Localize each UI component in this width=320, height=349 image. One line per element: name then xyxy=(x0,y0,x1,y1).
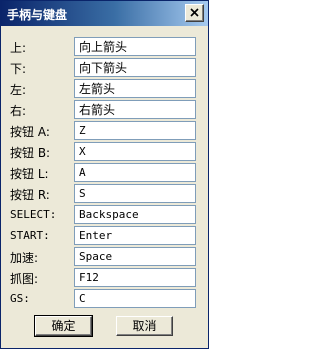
field-row-left: 左: xyxy=(1,79,208,100)
field-row-start: START: xyxy=(1,226,208,247)
button-l-key-input[interactable] xyxy=(74,163,196,182)
left-key-input[interactable] xyxy=(74,79,196,98)
field-label-gs: GS: xyxy=(10,292,30,305)
field-label-right: 右: xyxy=(10,104,27,118)
window-title: 手柄与键盘 xyxy=(7,8,68,22)
start-key-input[interactable] xyxy=(74,226,196,245)
field-row-button-r: 按钮 R: xyxy=(1,184,208,205)
close-icon xyxy=(190,8,199,17)
field-row-button-b: 按钮 B: xyxy=(1,142,208,163)
down-key-input[interactable] xyxy=(74,58,196,77)
gs-key-input[interactable] xyxy=(74,289,196,308)
field-label-button-l: 按钮 L: xyxy=(10,167,49,181)
cancel-button[interactable]: 取消 xyxy=(116,316,173,336)
field-row-screenshot: 抓图: xyxy=(1,268,208,289)
field-label-button-b: 按钮 B: xyxy=(10,146,51,160)
field-row-right: 右: xyxy=(1,100,208,121)
field-label-left: 左: xyxy=(10,83,27,97)
key-mapping-dialog: 手柄与键盘 上: 下: 左: 右: 按钮 A: 按钮 B: 按钮 L: 按钮 R… xyxy=(0,0,209,349)
field-row-up: 上: xyxy=(1,37,208,58)
ok-button[interactable]: 确定 xyxy=(34,315,93,337)
right-key-input[interactable] xyxy=(74,100,196,119)
field-row-select: SELECT: xyxy=(1,205,208,226)
field-label-up: 上: xyxy=(10,41,27,55)
field-label-down: 下: xyxy=(10,62,27,76)
field-label-button-r: 按钮 R: xyxy=(10,188,50,202)
button-r-key-input[interactable] xyxy=(74,184,196,203)
close-button[interactable] xyxy=(185,4,204,22)
field-label-select: SELECT: xyxy=(10,208,57,221)
title-bar[interactable]: 手柄与键盘 xyxy=(1,1,208,26)
field-row-button-l: 按钮 L: xyxy=(1,163,208,184)
field-label-start: START: xyxy=(10,229,50,242)
field-label-button-a: 按钮 A: xyxy=(10,125,50,139)
field-row-gs: GS: xyxy=(1,289,208,310)
screenshot-key-input[interactable] xyxy=(74,268,196,287)
button-a-key-input[interactable] xyxy=(74,121,196,140)
button-b-key-input[interactable] xyxy=(74,142,196,161)
field-label-screenshot: 抓图: xyxy=(10,272,39,286)
select-key-input[interactable] xyxy=(74,205,196,224)
field-label-turbo: 加速: xyxy=(10,251,39,265)
field-row-button-a: 按钮 A: xyxy=(1,121,208,142)
up-key-input[interactable] xyxy=(74,37,196,56)
turbo-key-input[interactable] xyxy=(74,247,196,266)
field-row-turbo: 加速: xyxy=(1,247,208,268)
field-row-down: 下: xyxy=(1,58,208,79)
